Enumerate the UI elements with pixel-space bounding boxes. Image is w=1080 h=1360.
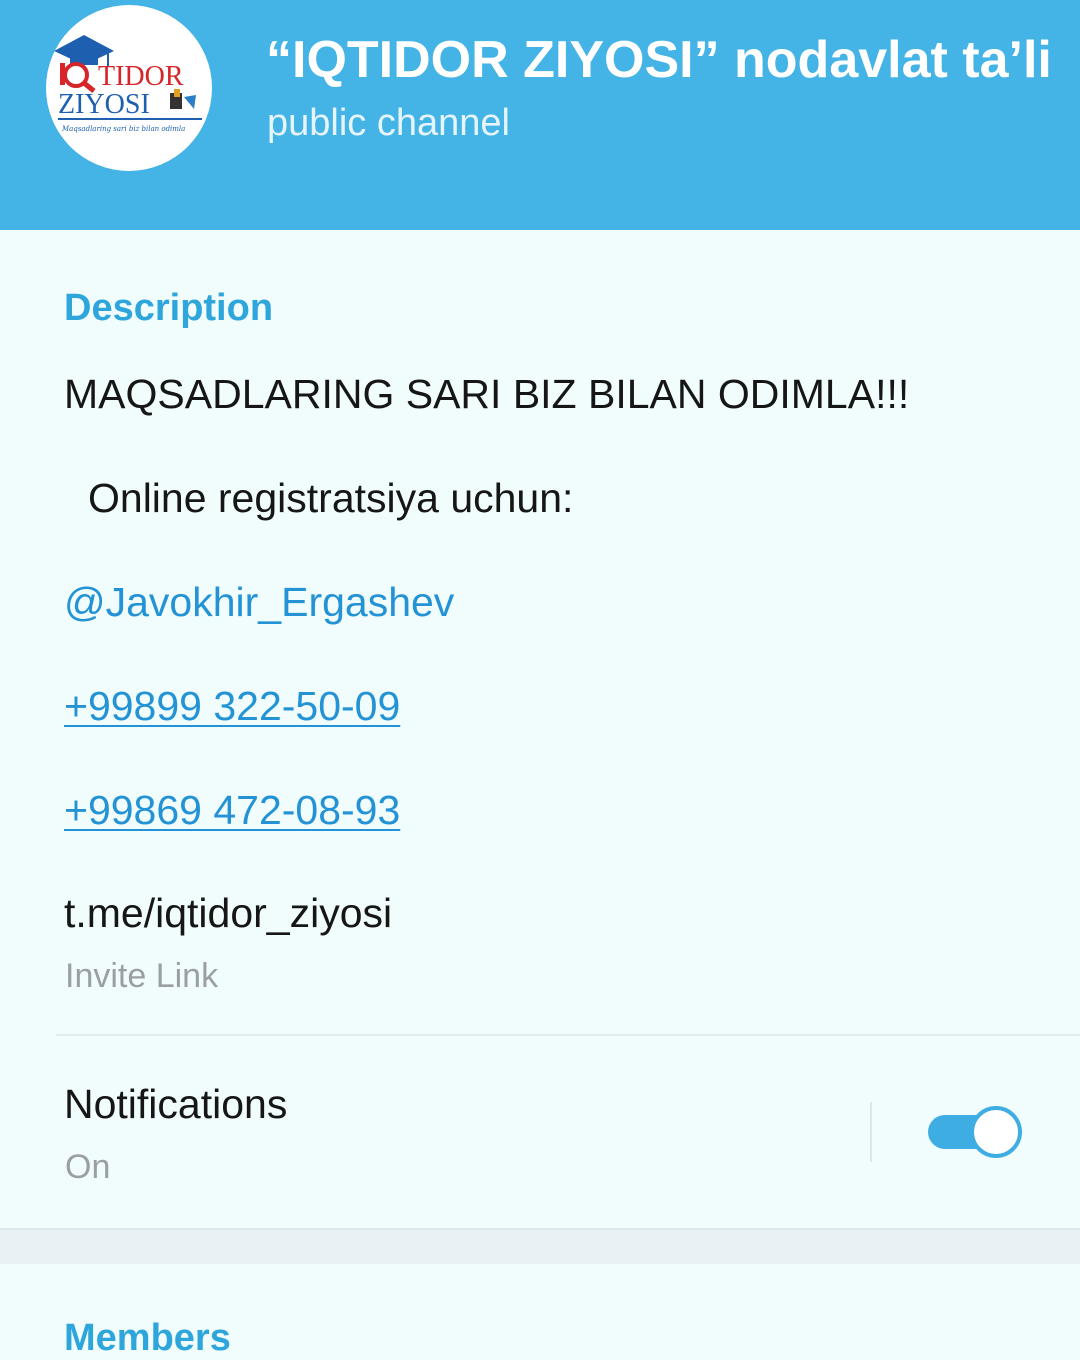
notifications-separator [870, 1102, 872, 1162]
phone-link-1[interactable]: +99899 322-50-09 [64, 681, 400, 731]
description-motto: MAQSADLARING SARI BIZ BILAN ODIMLA!!! [64, 371, 910, 417]
description-heading: Description [64, 287, 274, 329]
logo-tagline: Maqsadlaring sari biz bilan odimla [61, 125, 185, 133]
logo-text-line1: TIDOR [98, 61, 184, 92]
logo-text-line2: ZIYOSI [58, 89, 150, 120]
description-registration: Online registratsiya uchun: [88, 475, 574, 521]
section-divider [56, 1034, 1080, 1036]
phone-link-2[interactable]: +99869 472-08-93 [64, 785, 400, 835]
notifications-label[interactable]: Notifications [64, 1079, 287, 1129]
channel-avatar[interactable]: TIDOR ZIYOSI Maqsadlaring sari biz bilan… [46, 5, 212, 171]
invite-link[interactable]: t.me/iqtidor_ziyosi [64, 888, 392, 938]
notifications-toggle[interactable] [928, 1106, 1022, 1158]
iqtidor-ziyosi-logo: TIDOR ZIYOSI Maqsadlaring sari biz bilan… [54, 35, 202, 133]
channel-title: “IQTIDOR ZIYOSI” nodavlat ta’lim [266, 31, 1054, 89]
section-gap [0, 1228, 1080, 1264]
members-heading: Members [64, 1317, 231, 1359]
channel-header: TIDOR ZIYOSI Maqsadlaring sari biz bilan… [0, 0, 1080, 230]
notifications-status: On [65, 1148, 111, 1186]
username-link[interactable]: @Javokhir_Ergashev [64, 577, 454, 627]
invite-link-label: Invite Link [65, 957, 219, 995]
toggle-knob [970, 1106, 1022, 1158]
channel-type: public channel [267, 102, 510, 144]
